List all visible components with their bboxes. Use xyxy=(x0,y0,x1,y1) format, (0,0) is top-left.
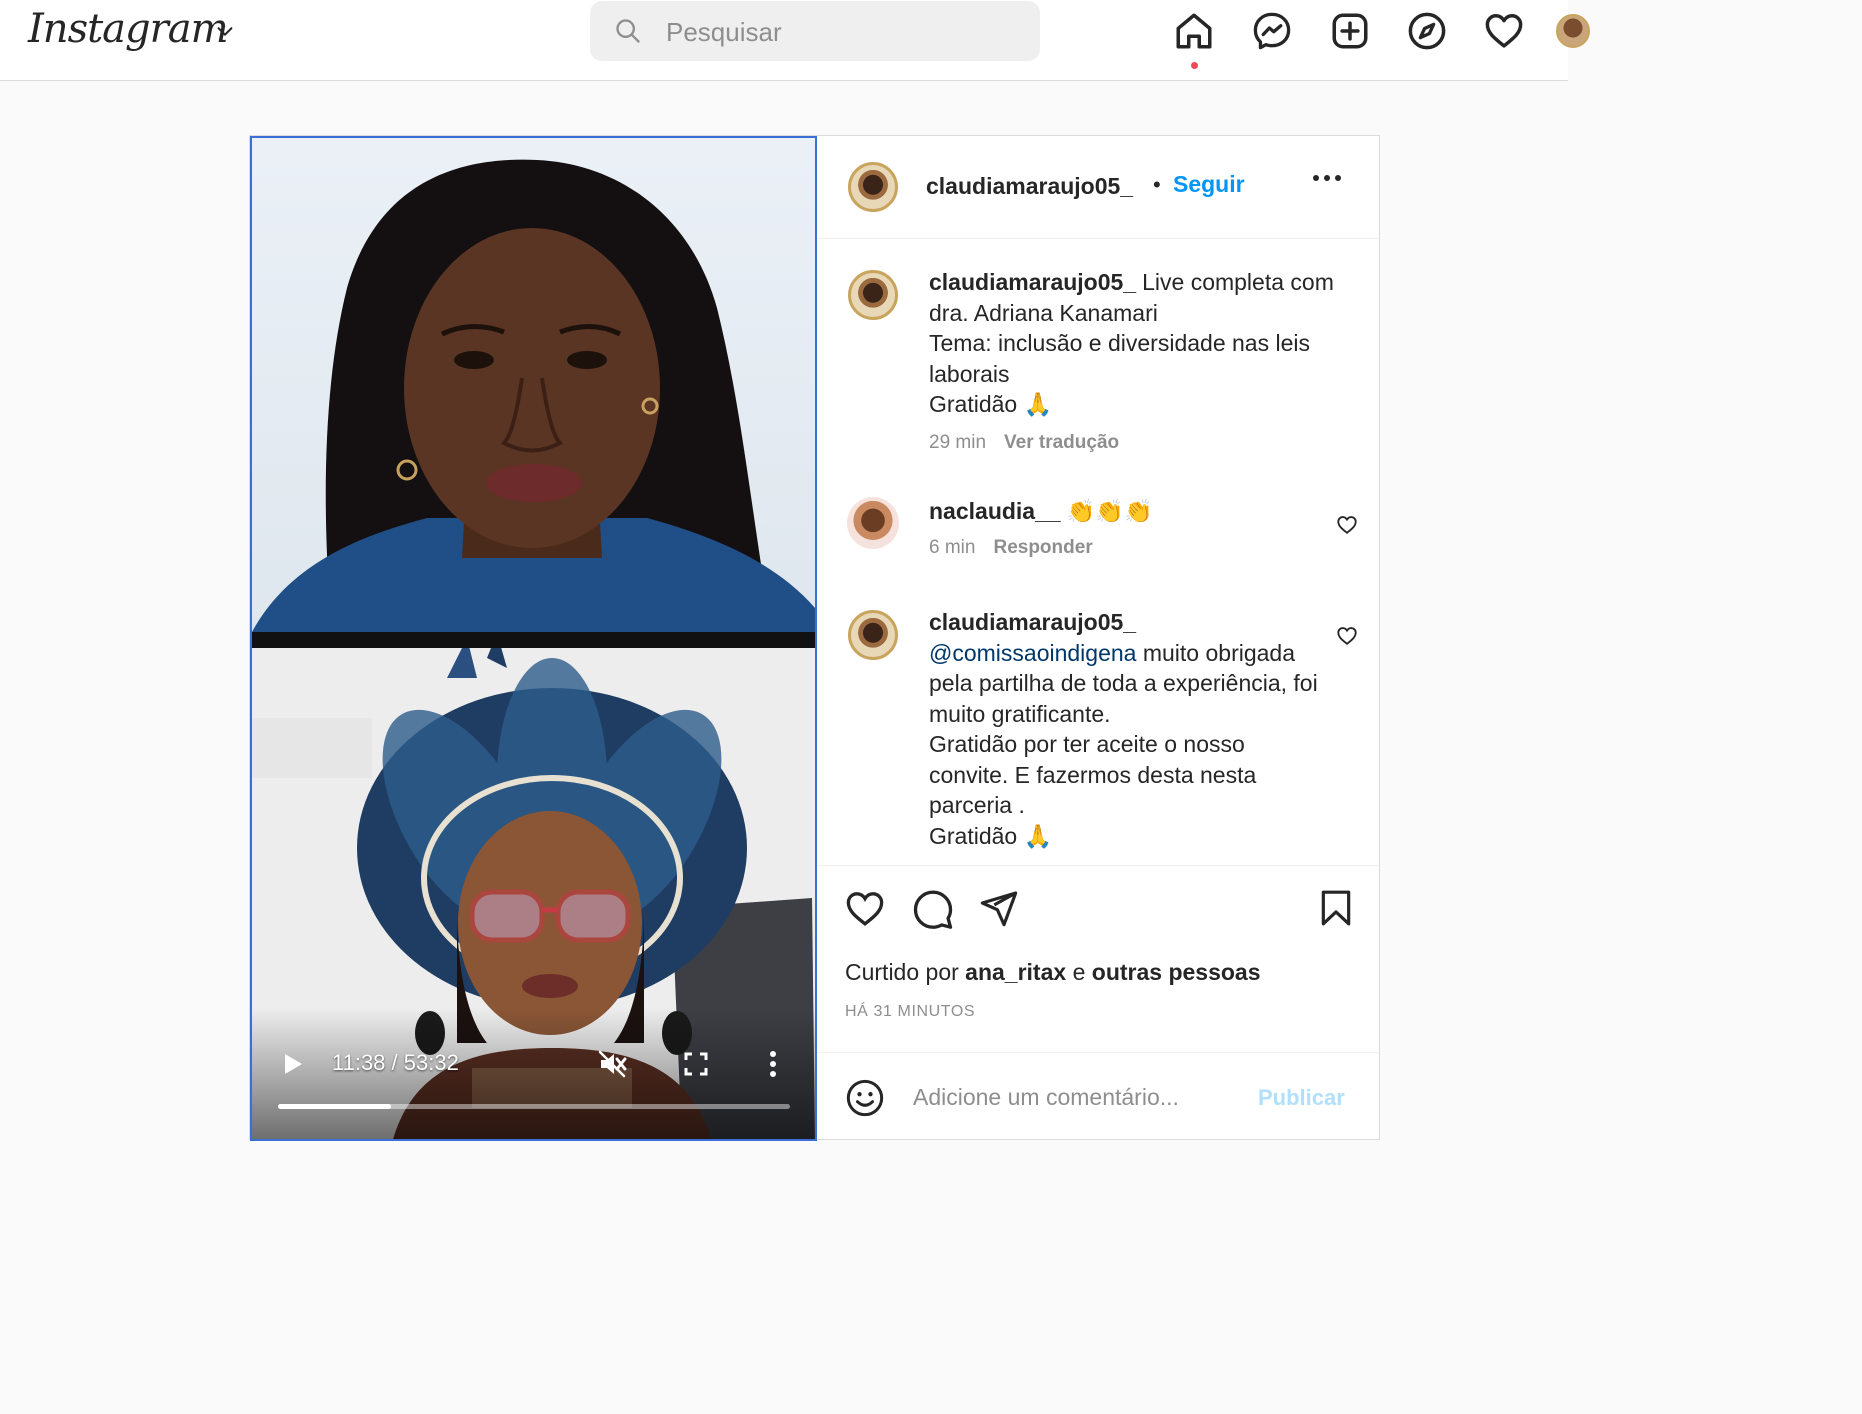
emoji-icon[interactable] xyxy=(845,1078,885,1118)
caption-time: 29 min xyxy=(929,432,987,453)
comment-message: Gratidão 🙏 xyxy=(929,822,1053,849)
play-icon[interactable] xyxy=(282,1052,304,1076)
share-send-icon[interactable] xyxy=(979,888,1019,928)
comment-bubble-icon[interactable] xyxy=(912,888,954,930)
liked-by-user[interactable]: ana_ritax xyxy=(965,959,1066,985)
comment-mention[interactable]: @comissaoindigena xyxy=(929,640,1136,666)
fullscreen-icon[interactable] xyxy=(684,1052,708,1076)
post-side-panel: claudiamaraujo05_ • Seguir claudiamarauj… xyxy=(817,136,1379,1139)
commenter-avatar[interactable] xyxy=(847,497,899,549)
video-time: 11:38 / 53:32 xyxy=(332,1050,459,1075)
commenter-avatar[interactable] xyxy=(848,610,898,660)
liked-by-others[interactable]: outras pessoas xyxy=(1092,959,1261,985)
caption-author-avatar[interactable] xyxy=(848,270,898,320)
liked-by-prefix: Curtido por xyxy=(845,959,959,985)
mute-icon[interactable] xyxy=(598,1050,628,1078)
comment-message: Gratidão por ter aceite o nosso convite.… xyxy=(929,731,1257,818)
video-controls: 11:38 / 53:32 xyxy=(252,1038,815,1139)
top-navigation-bar: Instagram xyxy=(0,0,1590,81)
like-comment-heart-icon[interactable] xyxy=(1336,514,1358,536)
author-username[interactable]: claudiamaraujo05_ xyxy=(926,173,1133,200)
instagram-logo[interactable]: Instagram xyxy=(28,6,229,52)
caption-text: claudiamaraujo05_ Live completa com dra. … xyxy=(929,267,1339,420)
activity-heart-icon[interactable] xyxy=(1483,10,1525,52)
like-comment-heart-icon[interactable] xyxy=(1336,625,1358,647)
more-options-icon[interactable] xyxy=(1312,174,1342,182)
comment-meta: 6 min Responder xyxy=(929,537,1093,559)
comment-time: 6 min xyxy=(929,537,976,558)
comment-text: naclaudia__ 👏👏👏 xyxy=(929,496,1339,527)
add-comment-bar: Publicar xyxy=(817,1052,1379,1140)
video-progress-bar[interactable] xyxy=(278,1104,790,1109)
search-input[interactable] xyxy=(664,13,1008,51)
post-timestamp[interactable]: HÁ 31 MINUTOS xyxy=(845,1003,975,1021)
comment-message: 👏👏👏 xyxy=(1066,498,1153,524)
likes-summary: Curtido por ana_ritax e outras pessoas xyxy=(845,959,1261,986)
comment-username[interactable]: naclaudia__ xyxy=(929,498,1061,524)
comments-list: claudiamaraujo05_ Live completa com dra. … xyxy=(817,239,1379,864)
search-icon xyxy=(616,19,640,43)
author-avatar[interactable] xyxy=(848,162,898,212)
notification-dot xyxy=(1191,62,1198,69)
separator-dot: • xyxy=(1153,172,1161,197)
post-header: claudiamaraujo05_ • Seguir xyxy=(817,136,1379,239)
chevron-down-icon[interactable] xyxy=(214,20,236,42)
video-progress-fill xyxy=(278,1104,391,1109)
caption-line: Tema: inclusão e diversidade nas leis la… xyxy=(929,330,1310,387)
translate-link[interactable]: Ver tradução xyxy=(1004,432,1119,453)
comment-text: claudiamaraujo05_ @comissaoindigena muit… xyxy=(929,607,1329,851)
comment-username[interactable]: claudiamaraujo05_ xyxy=(929,609,1136,635)
follow-button[interactable]: Seguir xyxy=(1173,171,1245,198)
reply-link[interactable]: Responder xyxy=(993,537,1092,558)
host-portrait-image xyxy=(252,159,815,632)
home-icon[interactable] xyxy=(1173,10,1215,52)
post-video[interactable]: 11:38 / 53:32 xyxy=(250,136,817,1141)
post-actions: Curtido por ana_ritax e outras pessoas H… xyxy=(817,865,1379,1052)
new-post-icon[interactable] xyxy=(1329,10,1371,52)
publish-button[interactable]: Publicar xyxy=(1258,1085,1345,1111)
save-bookmark-icon[interactable] xyxy=(1317,888,1355,928)
liked-by-and: e xyxy=(1072,959,1086,985)
more-vertical-icon[interactable] xyxy=(768,1050,778,1078)
messenger-icon[interactable] xyxy=(1251,10,1293,52)
caption-meta: 29 min Ver tradução xyxy=(929,432,1119,454)
explore-icon[interactable] xyxy=(1406,10,1448,52)
comment-input[interactable] xyxy=(911,1079,1235,1115)
video-frame-host xyxy=(252,138,815,632)
like-heart-icon[interactable] xyxy=(844,888,886,930)
caption-username[interactable]: claudiamaraujo05_ xyxy=(929,269,1136,295)
caption-line: Gratidão 🙏 xyxy=(929,391,1053,417)
profile-avatar[interactable] xyxy=(1556,14,1590,48)
search-box[interactable] xyxy=(590,1,1040,61)
post-card: 11:38 / 53:32 claudiamaraujo05_ • Seguir… xyxy=(249,135,1380,1141)
